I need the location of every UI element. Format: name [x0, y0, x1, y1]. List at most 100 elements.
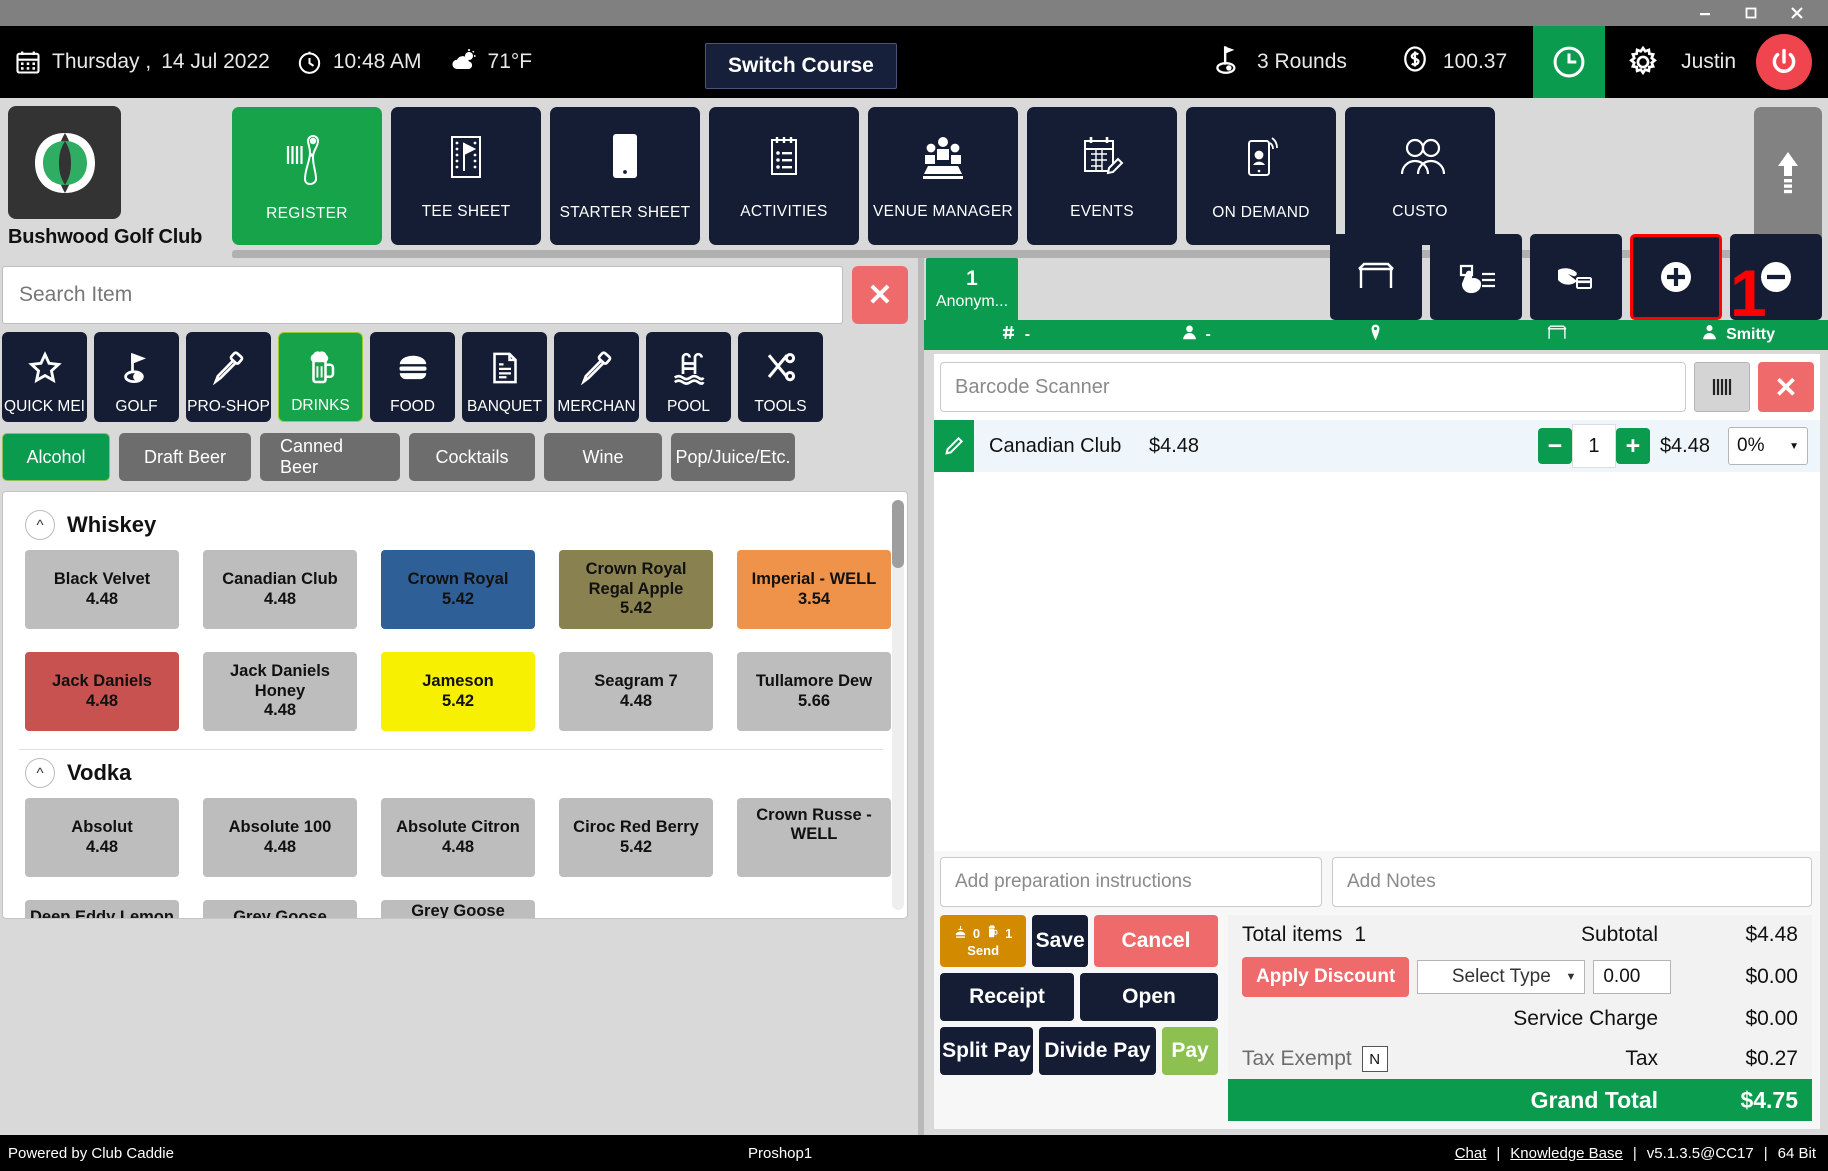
category-drinks[interactable]: DRINKS [278, 332, 363, 422]
item-button[interactable]: Seagram 7 4.48 [559, 652, 713, 731]
module-events[interactable]: EVENTS [1027, 107, 1177, 245]
item-button[interactable]: Grey Goose [381, 900, 535, 918]
line-item-extended-price: $4.48 [1659, 434, 1710, 457]
module-scroll-up-button[interactable] [1754, 107, 1822, 245]
user-name[interactable]: Justin [1681, 50, 1756, 74]
search-clear-button[interactable]: ✕ [852, 266, 908, 324]
qty-decrease-button[interactable]: − [1537, 428, 1572, 464]
order-table-field[interactable] [1466, 323, 1647, 348]
item-button[interactable]: Grey Goose [203, 900, 357, 918]
category-banquet[interactable]: BANQUET [462, 332, 547, 422]
power-icon[interactable] [1756, 34, 1812, 90]
subcategory-wine[interactable]: Wine [544, 433, 662, 481]
group-header-vodka[interactable]: ^ Vodka [25, 758, 891, 788]
discount-type-select[interactable]: Select Type ▼ [1417, 960, 1586, 994]
subcategory-cocktails[interactable]: Cocktails [409, 433, 535, 481]
discount-amount-input[interactable]: 0.00 [1593, 960, 1672, 994]
application-window: Thursday , 14 Jul 2022 10:48 AM 71°F Swi… [0, 0, 1828, 1171]
tax-exempt-flag[interactable]: N [1361, 1046, 1388, 1072]
group-header-whiskey[interactable]: ^ Whiskey [25, 510, 891, 540]
chevron-up-icon[interactable]: ^ [25, 510, 55, 540]
module-customers[interactable]: CUSTO [1345, 107, 1495, 245]
hand-card-icon-button[interactable] [1530, 234, 1622, 320]
prep-instructions-input[interactable] [940, 857, 1322, 907]
minimize-icon[interactable] [1682, 0, 1728, 26]
item-button[interactable]: Crown Russe - WELL [737, 798, 891, 877]
chevron-up-icon[interactable]: ^ [25, 758, 55, 788]
line-item-row[interactable]: Canadian Club $4.48 − 1 + $4.48 0% ▼ [934, 420, 1820, 472]
chat-link[interactable]: Chat [1455, 1145, 1487, 1162]
search-input[interactable] [2, 266, 843, 324]
qty-value[interactable]: 1 [1571, 424, 1616, 468]
time-clock-icon[interactable] [1533, 26, 1606, 98]
qty-increase-button[interactable]: + [1615, 428, 1650, 464]
receipt-button[interactable]: Receipt [940, 973, 1074, 1021]
category-merchandise[interactable]: MERCHAN [554, 332, 639, 422]
module-on-demand[interactable]: ON DEMAND [1186, 107, 1336, 245]
cancel-button[interactable]: Cancel [1093, 915, 1218, 967]
category-tools[interactable]: TOOLS [738, 332, 823, 422]
category-golf[interactable]: GOLF [94, 332, 179, 422]
knowledge-base-link[interactable]: Knowledge Base [1510, 1145, 1623, 1162]
server-icon [1700, 323, 1719, 347]
category-quick-menu[interactable]: QUICK MEI [2, 332, 87, 422]
chevron-down-icon: ▼ [1789, 440, 1799, 452]
module-register[interactable]: REGISTER [232, 107, 382, 245]
plus-circle-icon-button[interactable] [1630, 234, 1722, 320]
maximize-icon[interactable] [1728, 0, 1774, 26]
item-button[interactable]: Canadian Club 4.48 [203, 550, 357, 629]
item-button[interactable]: Jack Daniels Honey 4.48 [203, 652, 357, 731]
notes-input[interactable] [1332, 857, 1812, 907]
discount-value: $0.00 [1745, 965, 1798, 988]
split-pay-button[interactable]: Split Pay [940, 1027, 1033, 1075]
item-name: Absolute 100 [228, 818, 332, 837]
edit-pencil-icon[interactable] [934, 420, 974, 472]
category-pool[interactable]: POOL [646, 332, 731, 422]
item-button[interactable]: Absolute 100 4.48 [203, 798, 357, 877]
barcode-input[interactable] [940, 362, 1686, 412]
order-number-field[interactable]: - [924, 323, 1105, 347]
table-icon-button[interactable] [1330, 234, 1422, 320]
item-name: Absolute Citron [396, 818, 520, 837]
module-tee-sheet[interactable]: TEE SHEET [391, 107, 541, 245]
order-tab-1[interactable]: 1 Anonym... [926, 258, 1018, 320]
item-button[interactable]: Deep Eddy Lemon [25, 900, 179, 918]
item-button[interactable]: Absolut 4.48 [25, 798, 179, 877]
open-button[interactable]: Open [1080, 973, 1218, 1021]
item-button[interactable]: Jameson 5.42 [381, 652, 535, 731]
send-button[interactable]: 0 1 Send [940, 915, 1027, 967]
module-activities[interactable]: ACTIVITIES [709, 107, 859, 245]
item-button[interactable]: Absolute Citron 4.48 [381, 798, 535, 877]
rounds-value: 3 Rounds [1257, 50, 1347, 73]
order-customer-field[interactable]: - [1105, 323, 1286, 347]
switch-course-button[interactable]: Switch Course [705, 43, 897, 89]
item-button[interactable]: Ciroc Red Berry 5.42 [559, 798, 713, 877]
item-button[interactable]: Black Velvet 4.48 [25, 550, 179, 629]
close-icon[interactable] [1774, 0, 1820, 26]
category-label: TOOLS [754, 398, 807, 415]
subcategory-draft-beer[interactable]: Draft Beer [119, 433, 251, 481]
barcode-clear-button[interactable]: ✕ [1758, 362, 1814, 412]
subcategory-alcohol[interactable]: Alcohol [2, 433, 110, 481]
item-grid-scrollbar[interactable] [892, 500, 904, 910]
item-button[interactable]: Crown Royal Regal Apple 5.42 [559, 550, 713, 629]
item-button[interactable]: Crown Royal 5.42 [381, 550, 535, 629]
divide-pay-button[interactable]: Divide Pay [1039, 1027, 1156, 1075]
save-button[interactable]: Save [1032, 915, 1088, 967]
category-food[interactable]: FOOD [370, 332, 455, 422]
hand-select-icon-button[interactable] [1430, 234, 1522, 320]
subcategory-pop-juice[interactable]: Pop/Juice/Etc. [671, 433, 795, 481]
barcode-icon[interactable] [1694, 362, 1750, 412]
order-tag-field[interactable] [1286, 323, 1467, 347]
module-starter-sheet[interactable]: STARTER SHEET [550, 107, 700, 245]
item-button[interactable]: Jack Daniels 4.48 [25, 652, 179, 731]
module-venue-manager[interactable]: VENUE MANAGER [868, 107, 1018, 245]
subcategory-canned-beer[interactable]: Canned Beer [260, 433, 400, 481]
apply-discount-button[interactable]: Apply Discount [1242, 957, 1410, 997]
category-pro-shop[interactable]: PRO-SHOP [186, 332, 271, 422]
item-button[interactable]: Imperial - WELL 3.54 [737, 550, 891, 629]
pay-button[interactable]: Pay [1162, 1027, 1218, 1075]
gear-icon[interactable] [1605, 26, 1681, 98]
item-button[interactable]: Tullamore Dew 5.66 [737, 652, 891, 731]
line-item-discount-select[interactable]: 0% ▼ [1728, 427, 1808, 465]
